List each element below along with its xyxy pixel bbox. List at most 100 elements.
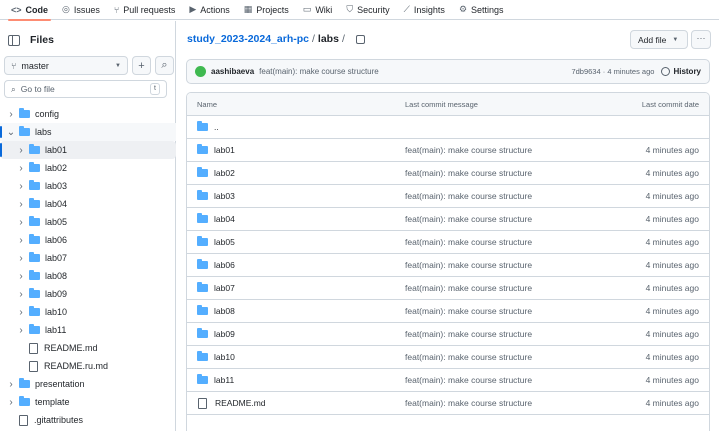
table-row[interactable]: .. bbox=[187, 116, 709, 139]
table-row[interactable]: lab08 feat(main): make course structure 4 … bbox=[187, 300, 709, 323]
tree-folder[interactable]: › lab03 bbox=[0, 177, 176, 195]
name-cell[interactable]: .. bbox=[197, 121, 219, 132]
name-cell[interactable]: lab01 bbox=[197, 144, 235, 155]
table-row[interactable]: lab05 feat(main): make course structure 4 … bbox=[187, 231, 709, 254]
file-name-link[interactable]: .. bbox=[214, 122, 219, 132]
commit-message-link[interactable]: feat(main): make course structure bbox=[405, 398, 532, 408]
file-name-link[interactable]: lab09 bbox=[214, 329, 235, 339]
breadcrumb-repo-link[interactable]: study_2023-2024_arh-pc bbox=[187, 33, 309, 45]
name-cell[interactable]: lab03 bbox=[197, 190, 235, 201]
tree-folder[interactable]: ⌄ labs bbox=[0, 123, 176, 141]
name-cell[interactable]: README.md bbox=[197, 397, 266, 409]
table-row[interactable]: lab07 feat(main): make course structure 4 … bbox=[187, 277, 709, 300]
tab-issues[interactable]: ◎ Issues bbox=[55, 0, 107, 20]
name-cell[interactable]: lab10 bbox=[197, 351, 235, 362]
more-options-button[interactable]: ··· bbox=[691, 30, 711, 49]
file-name-link[interactable]: lab05 bbox=[214, 237, 235, 247]
collapse-panel-icon[interactable] bbox=[8, 34, 20, 46]
commit-message-link[interactable]: feat(main): make course structure bbox=[405, 352, 532, 362]
name-cell[interactable]: lab07 bbox=[197, 282, 235, 293]
add-file-dropdown[interactable]: Add file ▼ bbox=[630, 30, 688, 49]
file-name-link[interactable]: lab01 bbox=[214, 145, 235, 155]
avatar[interactable] bbox=[195, 66, 206, 77]
name-cell[interactable]: lab05 bbox=[197, 236, 235, 247]
name-cell[interactable]: lab08 bbox=[197, 305, 235, 316]
file-name-link[interactable]: lab04 bbox=[214, 214, 235, 224]
tree-folder[interactable]: › presentation bbox=[0, 375, 176, 393]
add-file-button[interactable]: + bbox=[132, 56, 151, 75]
file-name-link[interactable]: README.md bbox=[215, 398, 266, 408]
commit-message-link[interactable]: feat(main): make course structure bbox=[405, 306, 532, 316]
file-name-link[interactable]: lab02 bbox=[214, 168, 235, 178]
commit-message-link[interactable]: feat(main): make course structure bbox=[405, 329, 532, 339]
table-row[interactable]: lab01 feat(main): make course structure 4 … bbox=[187, 139, 709, 162]
table-row[interactable]: lab03 feat(main): make course structure 4 … bbox=[187, 185, 709, 208]
table-row[interactable]: lab04 feat(main): make course structure 4 … bbox=[187, 208, 709, 231]
tree-item-label: lab01 bbox=[45, 145, 68, 155]
tree-folder[interactable]: › lab05 bbox=[0, 213, 176, 231]
tab-insights[interactable]: ⟋ Insights bbox=[397, 0, 452, 20]
name-cell[interactable]: lab11 bbox=[197, 374, 234, 385]
table-row[interactable]: lab10 feat(main): make course structure 4 … bbox=[187, 346, 709, 369]
tree-folder[interactable]: › lab07 bbox=[0, 249, 176, 267]
file-name-link[interactable]: lab03 bbox=[214, 191, 235, 201]
tree-folder[interactable]: › config bbox=[0, 105, 176, 123]
folder-icon bbox=[29, 198, 40, 208]
commit-message[interactable]: feat(main): make course structure bbox=[259, 67, 379, 76]
tree-folder[interactable]: › template bbox=[0, 393, 176, 411]
file-name-link[interactable]: lab06 bbox=[214, 260, 235, 270]
tree-file[interactable]: .gitattributes bbox=[0, 411, 176, 429]
search-button[interactable]: ⌕ bbox=[155, 56, 174, 75]
tab-pull-requests[interactable]: ⑂ Pull requests bbox=[107, 0, 182, 20]
name-cell[interactable]: lab06 bbox=[197, 259, 235, 270]
tree-folder[interactable]: › lab09 bbox=[0, 285, 176, 303]
commit-message-link[interactable]: feat(main): make course structure bbox=[405, 375, 532, 385]
table-body: .. lab01 feat(main): make course structure… bbox=[187, 116, 709, 415]
tree-folder[interactable]: › lab02 bbox=[0, 159, 176, 177]
table-row[interactable]: lab11 feat(main): make course structure 4 … bbox=[187, 369, 709, 392]
commit-message-link[interactable]: feat(main): make course structure bbox=[405, 260, 532, 270]
name-cell[interactable]: lab09 bbox=[197, 328, 235, 339]
commit-message-link[interactable]: feat(main): make course structure bbox=[405, 237, 532, 247]
tree-file[interactable]: README.ru.md bbox=[0, 357, 176, 375]
copy-path-icon[interactable] bbox=[355, 34, 365, 44]
table-row[interactable]: lab02 feat(main): make course structure 4 … bbox=[187, 162, 709, 185]
file-name-link[interactable]: lab10 bbox=[214, 352, 235, 362]
file-name-link[interactable]: lab07 bbox=[214, 283, 235, 293]
chevron-right-icon: › bbox=[9, 108, 13, 120]
tab-projects[interactable]: ▦ Projects bbox=[237, 0, 296, 20]
tree-folder[interactable]: › lab06 bbox=[0, 231, 176, 249]
tab-settings[interactable]: ⚙ Settings bbox=[452, 0, 511, 20]
tab-label: Actions bbox=[200, 4, 230, 15]
tree-folder[interactable]: › lab08 bbox=[0, 267, 176, 285]
file-name-link[interactable]: lab11 bbox=[214, 375, 234, 385]
branch-selector[interactable]: ⑂ master ▼ bbox=[4, 56, 128, 75]
history-button[interactable]: History bbox=[661, 67, 701, 76]
commit-message-link[interactable]: feat(main): make course structure bbox=[405, 191, 532, 201]
name-cell[interactable]: lab02 bbox=[197, 167, 235, 178]
tree-file[interactable]: README.md bbox=[0, 339, 176, 357]
tree-item-label: lab08 bbox=[45, 271, 68, 281]
breadcrumb: study_2023-2024_arh-pc / labs / bbox=[187, 33, 365, 45]
table-row[interactable]: lab09 feat(main): make course structure 4 … bbox=[187, 323, 709, 346]
commit-author[interactable]: aashibaeva bbox=[211, 67, 254, 76]
commit-message-link[interactable]: feat(main): make course structure bbox=[405, 145, 532, 155]
commit-message-link[interactable]: feat(main): make course structure bbox=[405, 283, 532, 293]
tree-folder[interactable]: › lab10 bbox=[0, 303, 176, 321]
commit-date: 4 minutes ago bbox=[645, 237, 699, 247]
tree-folder[interactable]: › lab11 bbox=[0, 321, 176, 339]
commit-message-link[interactable]: feat(main): make course structure bbox=[405, 168, 532, 178]
tree-folder[interactable]: › lab01 bbox=[0, 141, 176, 159]
table-row[interactable]: README.md feat(main): make course structu… bbox=[187, 392, 709, 415]
go-to-file-input[interactable]: ⌕ Go to file t bbox=[4, 80, 167, 98]
tree-folder[interactable]: › lab04 bbox=[0, 195, 176, 213]
file-name-link[interactable]: lab08 bbox=[214, 306, 235, 316]
commit-message-link[interactable]: feat(main): make course structure bbox=[405, 214, 532, 224]
name-cell[interactable]: lab04 bbox=[197, 213, 235, 224]
tab-actions[interactable]: ▶ Actions bbox=[182, 0, 236, 20]
table-row[interactable]: lab06 feat(main): make course structure 4 … bbox=[187, 254, 709, 277]
commit-meta[interactable]: 7db9634 · 4 minutes ago bbox=[571, 67, 654, 76]
tab-security[interactable]: ⛉ Security bbox=[339, 0, 396, 20]
tab-wiki[interactable]: ▭ Wiki bbox=[296, 0, 340, 20]
tab-code[interactable]: <> Code bbox=[4, 0, 55, 21]
